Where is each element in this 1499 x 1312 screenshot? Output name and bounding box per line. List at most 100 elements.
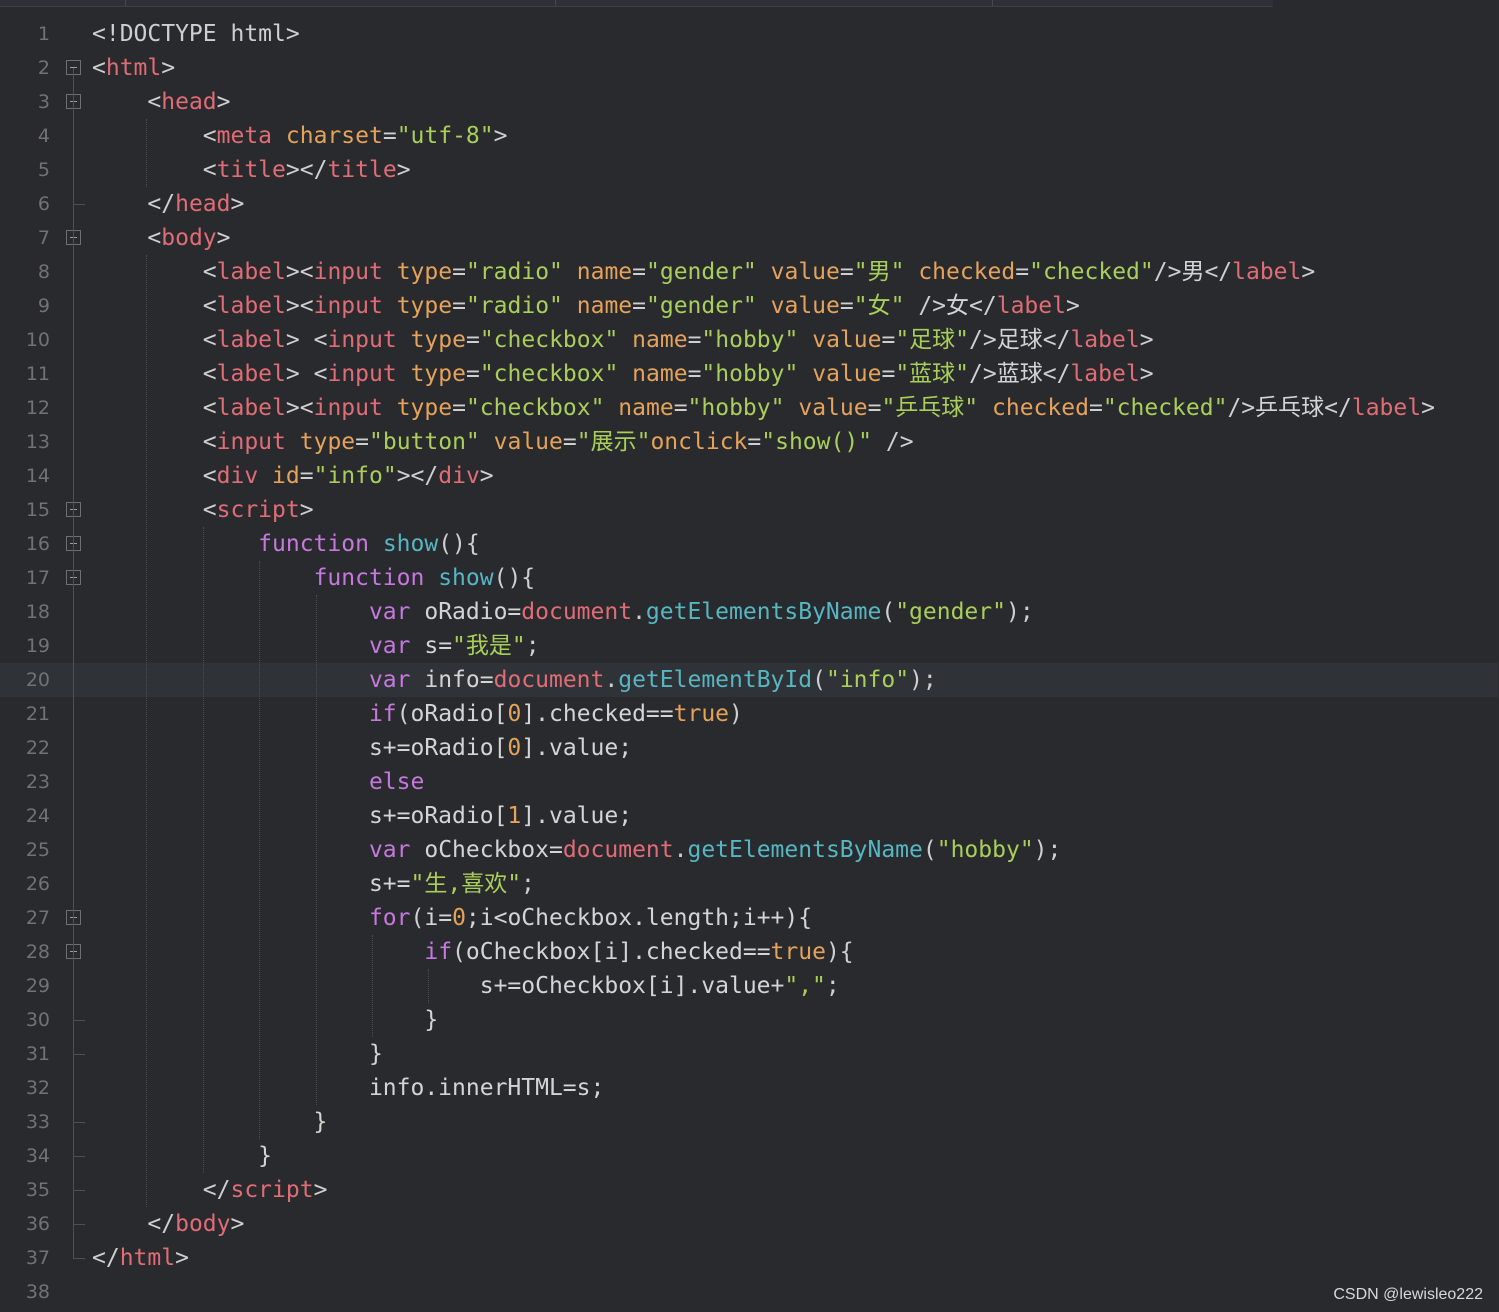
code-token: ); — [909, 667, 937, 693]
code-line[interactable]: 38 — [0, 1275, 1499, 1309]
code-token: = — [881, 361, 896, 387]
code-line[interactable]: 31 } — [0, 1037, 1499, 1071]
code-token: > — [1139, 327, 1154, 353]
code-line[interactable]: 6 </head> — [0, 187, 1499, 221]
code-token: . — [632, 599, 646, 625]
code-token: } — [92, 1109, 328, 1135]
code-token: function — [258, 531, 369, 557]
fold-guide-line — [73, 68, 74, 1258]
code-line[interactable]: 28 if(oCheckbox[i].checked==true){ — [0, 935, 1499, 969]
code-token: </ — [202, 1177, 231, 1203]
code-line[interactable]: 35 </script> — [0, 1173, 1499, 1207]
code-line[interactable]: 23 else — [0, 765, 1499, 799]
code-token: ;i<oCheckbox.length;i++){ — [465, 905, 813, 931]
code-token: = — [299, 463, 314, 489]
code-token: ; — [521, 871, 535, 897]
code-token: < — [202, 361, 217, 387]
code-token: >< — [285, 395, 314, 421]
code-line[interactable]: 2 <html> — [0, 51, 1499, 85]
code-token: html — [119, 1245, 176, 1271]
code-token: var — [368, 837, 411, 863]
code-line[interactable]: 15 <script> — [0, 493, 1499, 527]
code-line[interactable]: 18 var oRadio=document.getElementsByName… — [0, 595, 1499, 629]
code-token: function — [313, 565, 425, 591]
code-line[interactable]: 14 <div id="info"></div> — [0, 459, 1499, 493]
code-line[interactable]: 12 <label><input type="checkbox" name="h… — [0, 391, 1499, 425]
code-line[interactable]: 8 <label><input type="radio" name="gende… — [0, 255, 1499, 289]
code-token: "蓝球" — [895, 361, 970, 387]
code-line[interactable]: 27 for(i=0;i<oCheckbox.length;i++){ — [0, 901, 1499, 935]
code-token: > — [230, 1211, 245, 1237]
code-line[interactable]: 10 <label> <input type="checkbox" name="… — [0, 323, 1499, 357]
indent-guide — [315, 595, 317, 1105]
code-token: head — [175, 191, 231, 217]
code-token: input — [313, 259, 383, 285]
code-token: /> — [969, 361, 997, 387]
code-token: = — [465, 361, 480, 387]
code-line[interactable]: 20 var info=document.getElementById("inf… — [0, 663, 1499, 697]
code-token: document — [493, 667, 605, 693]
code-line[interactable]: 26 s+="生,喜欢"; — [0, 867, 1499, 901]
code-token: name — [576, 293, 633, 319]
fold-end-marker — [73, 1258, 85, 1259]
code-token: "gender" — [646, 259, 757, 285]
code-token: "男" — [853, 259, 905, 285]
code-line[interactable]: 29 s+=oCheckbox[i].value+","; — [0, 969, 1499, 1003]
code-line[interactable]: 36 </body> — [0, 1207, 1499, 1241]
code-line[interactable]: 30 } — [0, 1003, 1499, 1037]
code-token: 0 — [507, 701, 522, 727]
code-line[interactable]: 19 var s="我是"; — [0, 629, 1499, 663]
code-token: = — [562, 429, 577, 455]
code-token: < — [92, 55, 106, 81]
code-text: } — [92, 1105, 328, 1139]
code-line[interactable]: 13 <input type="button" value="展示"onclic… — [0, 425, 1499, 459]
code-line[interactable]: 34 } — [0, 1139, 1499, 1173]
line-number: 9 — [37, 295, 50, 317]
code-line[interactable]: 37 </html> — [0, 1241, 1499, 1275]
line-number: 7 — [37, 227, 50, 249]
code-text: } — [92, 1139, 272, 1173]
code-token: > — [1065, 293, 1080, 319]
code-token: onclick — [650, 429, 748, 455]
fold-end-marker — [73, 1054, 85, 1055]
code-line[interactable]: 7 <body> — [0, 221, 1499, 255]
code-token: = — [632, 259, 646, 285]
code-line[interactable]: 25 var oCheckbox=document.getElementsByN… — [0, 833, 1499, 867]
code-line[interactable]: 4 <meta charset="utf-8"> — [0, 119, 1499, 153]
code-text: } — [92, 1037, 383, 1071]
code-line[interactable]: 3 <head> — [0, 85, 1499, 119]
code-line[interactable]: 9 <label><input type="radio" name="gende… — [0, 289, 1499, 323]
code-line[interactable]: 5 <title></title> — [0, 153, 1499, 187]
fold-end-marker — [73, 1020, 85, 1021]
code-line[interactable]: 17 function show(){ — [0, 561, 1499, 595]
indent-guide — [202, 527, 204, 1173]
code-token: 蓝球 — [996, 361, 1043, 387]
code-line[interactable]: 1 <!DOCTYPE html> — [0, 17, 1499, 51]
code-line[interactable]: 33 } — [0, 1105, 1499, 1139]
code-token: type — [410, 361, 466, 387]
code-line[interactable]: 24 s+=oRadio[1].value; — [0, 799, 1499, 833]
code-token: > — [216, 89, 231, 115]
code-line[interactable]: 22 s+=oRadio[0].value; — [0, 731, 1499, 765]
code-area[interactable]: 1 <!DOCTYPE html> 2 <html> 3 <head> 4 <meta c… — [0, 17, 1499, 1309]
code-line[interactable]: 32 info.innerHTML=s; — [0, 1071, 1499, 1105]
code-token: . — [604, 667, 619, 693]
code-line[interactable]: 16 function show(){ — [0, 527, 1499, 561]
code-token: name — [618, 395, 674, 421]
fold-end-marker — [73, 1156, 85, 1157]
code-token: < — [202, 463, 217, 489]
code-editor[interactable]: 1 <!DOCTYPE html> 2 <html> 3 <head> 4 <meta c… — [0, 0, 1499, 1312]
code-line[interactable]: 21 if(oRadio[0].checked==true) — [0, 697, 1499, 731]
code-line[interactable]: 11 <label> <input type="checkbox" name="… — [0, 357, 1499, 391]
indent-guide — [428, 969, 430, 1003]
code-token: ( — [410, 905, 425, 931]
code-text: function show(){ — [92, 561, 536, 595]
